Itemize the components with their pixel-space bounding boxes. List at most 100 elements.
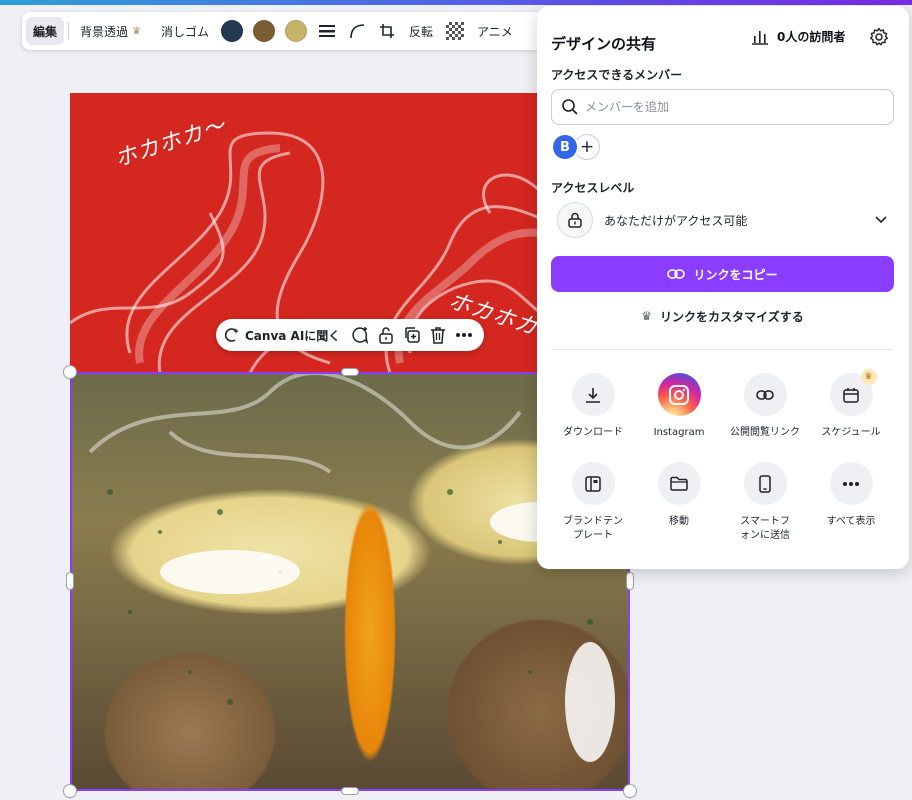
eraser-button[interactable]: 消しゴム (154, 17, 216, 45)
brand-template-option[interactable]: ブランドテンプレート (550, 462, 636, 543)
border-style-button[interactable] (312, 17, 342, 45)
instagram-icon-wrap (657, 373, 701, 416)
flip-button[interactable]: 反転 (402, 17, 440, 45)
crop-button[interactable] (372, 17, 402, 45)
resize-handle-top-left[interactable] (64, 366, 76, 378)
access-level-dropdown[interactable]: あなただけがアクセス可能 (557, 202, 887, 238)
comment-button[interactable] (348, 321, 372, 349)
customize-link-button[interactable]: ♛ リンクをカスタマイズする (551, 306, 894, 326)
schedule-icon-wrap: ♛ (829, 369, 877, 416)
more-horizontal-icon (456, 333, 473, 337)
ask-canva-ai-label: Canva AIに聞く (245, 328, 341, 343)
trash-icon (431, 327, 446, 344)
more-options-button[interactable] (452, 321, 476, 349)
send-to-phone-icon-wrap (743, 462, 787, 505)
link-icon (667, 269, 686, 279)
smartphone-icon (759, 474, 771, 493)
edit-button[interactable]: 編集 (26, 17, 65, 45)
members-heading: アクセスできるメンバー (551, 68, 683, 82)
image-edit-toolbar: 編集 背景透過 ♛ 消しゴム 反転 アニメ (22, 12, 562, 50)
public-link-icon-wrap (743, 373, 787, 416)
resize-handle-top[interactable] (342, 369, 358, 375)
resize-handle-left[interactable] (67, 573, 73, 589)
instagram-icon (669, 384, 689, 405)
duplicate-button[interactable] (400, 321, 424, 349)
ask-canva-ai-button[interactable]: Canva AIに聞く (224, 327, 346, 344)
delete-button[interactable] (426, 321, 450, 349)
customize-link-label: リンクをカスタマイズする (660, 309, 804, 324)
border-lines-icon (319, 25, 336, 37)
access-level-heading: アクセスレベル (551, 181, 635, 195)
add-member-button[interactable]: + (574, 134, 600, 160)
pro-crown-icon: ♛ (860, 369, 877, 385)
bg-remove-button[interactable]: 背景透過 ♛ (73, 17, 148, 45)
color-swatch-navy[interactable] (221, 20, 244, 42)
color-swatch-brown[interactable] (253, 20, 276, 42)
bg-remove-label: 背景透過 (80, 24, 129, 39)
color-swatch-gold[interactable] (285, 20, 308, 42)
move-icon-wrap (657, 462, 701, 505)
resize-handle-bottom-left[interactable] (64, 785, 76, 797)
transparency-button[interactable] (440, 17, 470, 45)
gear-icon (869, 27, 889, 46)
avatar[interactable]: B (553, 135, 577, 159)
show-all-label: すべて表示 (826, 516, 876, 527)
settings-button[interactable] (867, 25, 891, 49)
toolbar-divider (68, 22, 70, 40)
corner-curve-icon (350, 24, 365, 39)
send-to-phone-label: スマートフォンに送信 (740, 516, 790, 541)
move-label: 移動 (669, 516, 689, 527)
chevron-down-icon (875, 216, 887, 224)
schedule-label: スケジュール (821, 427, 881, 438)
animate-label: アニメ (477, 24, 513, 39)
member-search-input[interactable] (585, 100, 875, 114)
lock-button[interactable] (374, 321, 398, 349)
brand-template-icon (585, 475, 601, 492)
resize-handle-bottom[interactable] (342, 788, 358, 794)
move-option[interactable]: 移動 (636, 462, 722, 529)
ai-sparkle-icon (224, 328, 239, 342)
public-link-option[interactable]: 公開閲覧リンク (722, 373, 808, 440)
animate-button[interactable]: アニメ (470, 17, 520, 45)
edit-label: 編集 (33, 24, 58, 39)
instagram-option[interactable]: Instagram (636, 373, 722, 440)
resize-handle-bottom-right[interactable] (624, 785, 636, 797)
crown-icon: ♛ (132, 25, 141, 37)
folder-icon (670, 476, 688, 491)
more-icon (843, 481, 859, 486)
crop-icon (380, 24, 395, 38)
member-search-field[interactable] (551, 89, 894, 125)
brand-template-icon-wrap (571, 462, 615, 505)
calendar-icon (843, 387, 859, 403)
download-option[interactable]: ダウンロード (550, 373, 636, 440)
corner-rounding-button[interactable] (342, 17, 372, 45)
show-all-option[interactable]: すべて表示 (808, 462, 894, 529)
copy-link-label: リンクをコピー (693, 267, 778, 282)
top-accent-bar (0, 0, 912, 5)
bar-chart-icon (752, 30, 768, 45)
show-all-icon-wrap (829, 462, 873, 505)
search-icon (562, 99, 578, 115)
instagram-label: Instagram (653, 427, 705, 438)
public-link-label: 公開閲覧リンク (730, 427, 800, 438)
flip-label: 反転 (409, 24, 434, 39)
schedule-option[interactable]: ♛ スケジュール (808, 369, 894, 440)
panel-divider (551, 349, 894, 350)
link-icon (756, 389, 774, 400)
crown-icon: ♛ (641, 309, 653, 323)
download-icon (586, 387, 600, 403)
visitors-label: 0人の訪問者 (777, 30, 846, 44)
share-panel-title: デザインの共有 (551, 35, 657, 53)
brand-template-label: ブランドテンプレート (563, 516, 623, 541)
resize-handle-right[interactable] (627, 573, 633, 589)
send-to-phone-option[interactable]: スマートフォンに送信 (722, 462, 808, 543)
duplicate-icon (405, 327, 420, 343)
element-context-toolbar: Canva AIに聞く (216, 319, 484, 351)
comment-add-icon (352, 327, 369, 344)
lock-icon-wrap (557, 202, 593, 238)
transparency-icon (446, 22, 465, 40)
share-panel: デザインの共有 0人の訪問者 アクセスできるメンバー B + アクセスレベル あ… (537, 6, 909, 569)
eraser-label: 消しゴム (161, 24, 210, 39)
visitors-button[interactable]: 0人の訪問者 (751, 28, 845, 45)
copy-link-button[interactable]: リンクをコピー (551, 256, 894, 292)
